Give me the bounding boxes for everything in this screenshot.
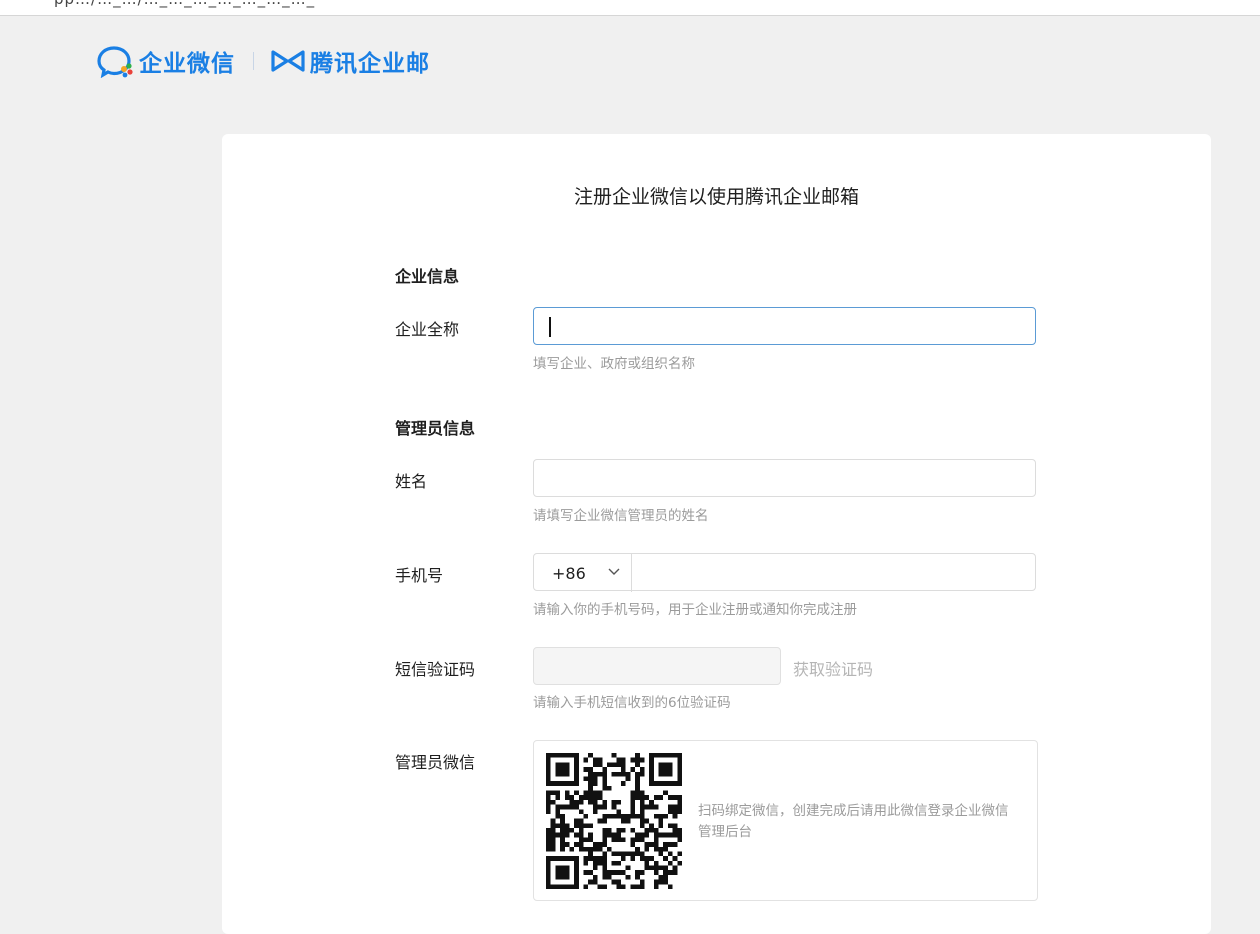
page-title: 注册企业微信以使用腾讯企业邮箱: [573, 186, 859, 208]
phone-field: +86: [533, 553, 1036, 592]
admin-name-input[interactable]: [533, 459, 1036, 497]
company-name-label: 企业全称: [395, 320, 460, 339]
tencent-mail-brand-name: 腾讯企业邮: [310, 51, 430, 77]
qr-hint: 扫码绑定微信，创建完成后请用此微信登录企业微信管理后台: [698, 803, 1009, 840]
chevron-down-icon: [608, 568, 620, 575]
registration-card: 注册企业微信以使用腾讯企业邮箱 企业信息 企业全称 填写企业、政府或组织名称 管…: [222, 134, 1211, 934]
admin-name-hint: 请填写企业微信管理员的姓名: [533, 508, 709, 524]
sms-code-hint: 请输入手机短信收到的6位验证码: [533, 695, 731, 711]
phone-label: 手机号: [395, 566, 444, 585]
wework-logo-icon: [97, 46, 133, 78]
get-code-button[interactable]: 获取验证码: [793, 656, 873, 680]
admin-wechat-label: 管理员微信: [395, 753, 476, 772]
phone-number-input[interactable]: [632, 554, 1035, 590]
browser-address-bar[interactable]: pp…/…_…/…_…_…_…_…_…_…_: [0, 0, 1260, 16]
wework-brand-name: 企业微信: [139, 51, 235, 77]
company-name-input[interactable]: [533, 307, 1036, 345]
text-caret: [549, 317, 551, 337]
wechat-qr-panel: 扫码绑定微信，创建完成后请用此微信登录企业微信管理后台: [533, 740, 1038, 901]
admin-name-label: 姓名: [395, 472, 428, 491]
address-text: pp…/…_…/…_…_…_…_…_…_…_: [54, 0, 315, 8]
phone-hint: 请输入你的手机号码，用于企业注册或通知你完成注册: [533, 602, 857, 618]
qr-code-icon: [546, 753, 682, 889]
company-name-hint: 填写企业、政府或组织名称: [533, 356, 695, 372]
tencent-mail-logo-icon: [271, 50, 305, 72]
sms-code-input[interactable]: [533, 647, 781, 685]
brand-divider: [253, 52, 254, 70]
sms-code-label: 短信验证码: [395, 660, 476, 679]
section-company-info: 企业信息: [395, 267, 460, 286]
country-code-select[interactable]: +86: [534, 554, 632, 592]
brand-header: 企业微信 腾讯企业邮: [97, 44, 430, 78]
country-code-value: +86: [552, 563, 586, 583]
section-admin-info: 管理员信息: [395, 419, 476, 438]
